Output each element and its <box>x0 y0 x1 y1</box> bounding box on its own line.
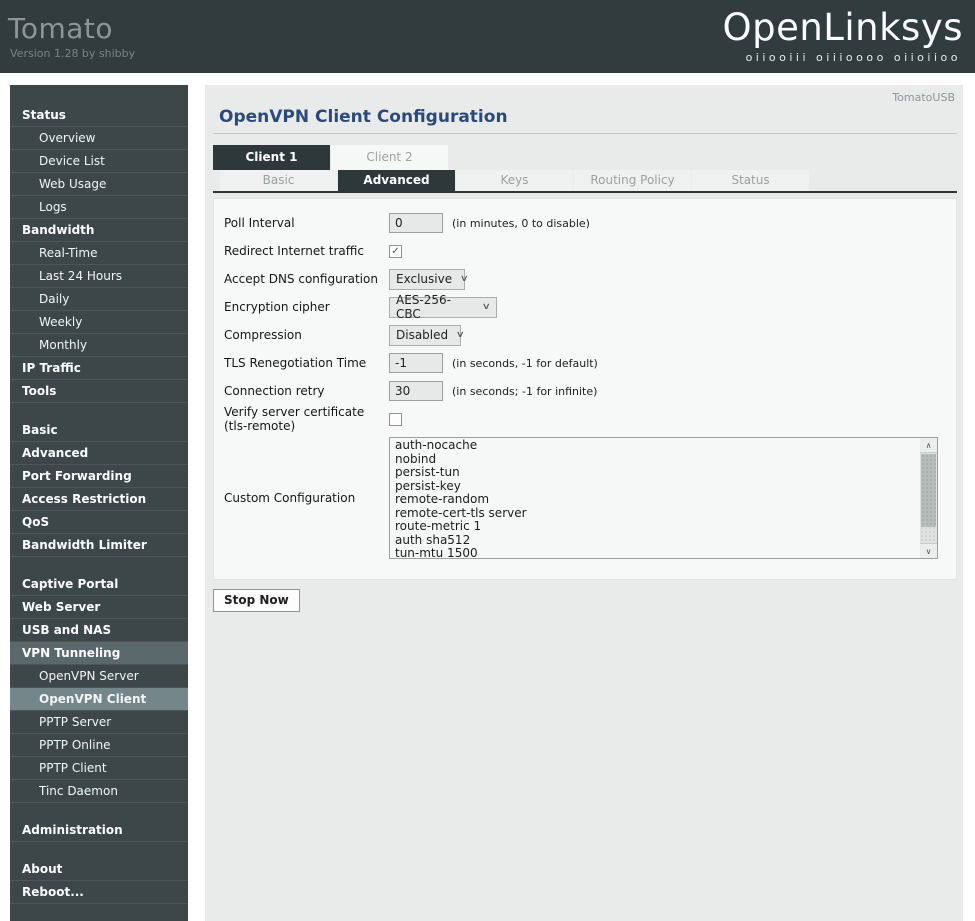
tab-status[interactable]: Status <box>692 170 809 191</box>
sidebar-item-status[interactable]: Status <box>10 104 188 127</box>
verify-cert-label: Verify server certificate (tls-remote) <box>224 405 365 433</box>
tab-divider <box>213 191 957 193</box>
compression-select[interactable]: Disabled ∨ <box>389 324 465 346</box>
sidebar-item-pptp-client[interactable]: PPTP Client <box>10 757 188 780</box>
sidebar-item-last-24-hours[interactable]: Last 24 Hours <box>10 265 188 288</box>
row-encryption-cipher: Encryption cipher AES-256-CBC ∨ <box>214 293 956 321</box>
sidebar-item-qos[interactable]: QoS <box>10 511 188 534</box>
row-custom-config: Custom Configuration auth-nocache nobind… <box>214 433 956 563</box>
tls-renegotiation-label: TLS Renegotiation Time <box>224 356 367 370</box>
sidebar-item-real-time[interactable]: Real-Time <box>10 242 188 265</box>
chevron-down-icon: ∨ <box>482 302 492 312</box>
verify-cert-checkbox-unchecked[interactable] <box>389 412 402 426</box>
sidebar-item-access-restriction[interactable]: Access Restriction <box>10 488 188 511</box>
tab-routing-policy[interactable]: Routing Policy <box>574 170 691 191</box>
sidebar-item-basic[interactable]: Basic <box>10 419 188 442</box>
main-content: TomatoUSB OpenVPN Client Configuration C… <box>205 85 963 921</box>
sidebar-item-pptp-online[interactable]: PPTP Online <box>10 734 188 757</box>
sidebar-item-openvpn-server[interactable]: OpenVPN Server <box>10 665 188 688</box>
page-title: OpenVPN Client Configuration <box>219 107 508 127</box>
poll-interval-input[interactable] <box>389 213 443 233</box>
custom-config-label: Custom Configuration <box>224 491 356 505</box>
app-header: Tomato Version 1.28 by shibby OpenLinksy… <box>0 0 975 73</box>
logo-binary-text: oiiooiii oiiioooo oiioiioo <box>745 51 961 64</box>
build-name-label: TomatoUSB <box>892 91 955 104</box>
sidebar-item-web-server[interactable]: Web Server <box>10 596 188 619</box>
compression-label: Compression <box>224 328 302 342</box>
sidebar-item-administration[interactable]: Administration <box>10 819 188 842</box>
scroll-up-icon[interactable]: ∧ <box>920 438 937 453</box>
scrollbar-thumb[interactable] <box>921 454 936 527</box>
connection-retry-label: Connection retry <box>224 384 325 398</box>
accept-dns-value: Exclusive <box>396 272 453 286</box>
sidebar-item-weekly[interactable]: Weekly <box>10 311 188 334</box>
connection-retry-input[interactable] <box>389 381 443 401</box>
row-poll-interval: Poll Interval (in minutes, 0 to disable) <box>214 209 956 237</box>
tab-client-1[interactable]: Client 1 <box>213 145 330 170</box>
row-connection-retry: Connection retry (in seconds; -1 for inf… <box>214 377 956 405</box>
sidebar-item-monthly[interactable]: Monthly <box>10 334 188 357</box>
row-tls-renegotiation: TLS Renegotiation Time (in seconds, -1 f… <box>214 349 956 377</box>
sidebar-item-daily[interactable]: Daily <box>10 288 188 311</box>
accept-dns-label: Accept DNS configuration <box>224 272 378 286</box>
accept-dns-select[interactable]: Exclusive ∨ <box>389 268 469 290</box>
openlinksys-logo: OpenLinksys <box>722 6 963 49</box>
brand-title: Tomato <box>8 12 114 45</box>
tab-basic[interactable]: Basic <box>220 170 337 191</box>
sidebar-item-tools[interactable]: Tools <box>10 380 188 403</box>
redirect-traffic-label: Redirect Internet traffic <box>224 244 364 258</box>
brand-version: Version 1.28 by shibby <box>10 47 136 60</box>
sidebar-item-pptp-server[interactable]: PPTP Server <box>10 711 188 734</box>
sidebar-item-port-forwarding[interactable]: Port Forwarding <box>10 465 188 488</box>
client-tabs: Client 1 Client 2 <box>213 145 963 170</box>
sidebar-item-reboot[interactable]: Reboot... <box>10 881 188 904</box>
scroll-down-icon[interactable]: ∨ <box>920 543 937 558</box>
sidebar-item-tinc-daemon[interactable]: Tinc Daemon <box>10 780 188 803</box>
title-divider <box>213 133 957 134</box>
sidebar-item-about[interactable]: About <box>10 858 188 881</box>
compression-value: Disabled <box>396 328 449 342</box>
tab-client-2[interactable]: Client 2 <box>331 145 448 170</box>
custom-config-textarea[interactable]: auth-nocache nobind persist-tun persist-… <box>389 437 938 559</box>
sidebar-item-openvpn-client[interactable]: OpenVPN Client <box>10 688 188 711</box>
sidebar-nav: Status Overview Device List Web Usage Logs Ba… <box>10 85 188 921</box>
redirect-traffic-checkbox-checked[interactable]: ✓ <box>389 244 402 258</box>
stop-now-button[interactable]: Stop Now <box>213 589 300 612</box>
tab-keys[interactable]: Keys <box>456 170 573 191</box>
sidebar-item-vpn-tunneling[interactable]: VPN Tunneling <box>10 642 188 665</box>
sidebar-item-logs[interactable]: Logs <box>10 196 188 219</box>
sidebar-item-usb-and-nas[interactable]: USB and NAS <box>10 619 188 642</box>
chevron-down-icon: ∨ <box>459 274 470 284</box>
tab-advanced[interactable]: Advanced <box>338 170 455 191</box>
sidebar-item-bandwidth[interactable]: Bandwidth <box>10 219 188 242</box>
tls-renegotiation-note: (in seconds, -1 for default) <box>452 356 598 370</box>
row-verify-cert: Verify server certificate (tls-remote) <box>214 405 956 433</box>
sidebar-item-captive-portal[interactable]: Captive Portal <box>10 573 188 596</box>
poll-interval-note: (in minutes, 0 to disable) <box>452 216 590 230</box>
row-compression: Compression Disabled ∨ <box>214 321 956 349</box>
sidebar-item-overview[interactable]: Overview <box>10 127 188 150</box>
connection-retry-note: (in seconds; -1 for infinite) <box>452 384 598 398</box>
sidebar-item-web-usage[interactable]: Web Usage <box>10 173 188 196</box>
sidebar-item-advanced[interactable]: Advanced <box>10 442 188 465</box>
encryption-cipher-select[interactable]: AES-256-CBC ∨ <box>389 293 497 321</box>
section-tabs: Basic Advanced Keys Routing Policy Statu… <box>220 170 963 191</box>
row-accept-dns: Accept DNS configuration Exclusive ∨ <box>214 265 956 293</box>
sidebar-item-bandwidth-limiter[interactable]: Bandwidth Limiter <box>10 534 188 557</box>
row-redirect-traffic: Redirect Internet traffic ✓ <box>214 237 956 265</box>
custom-config-text[interactable]: auth-nocache nobind persist-tun persist-… <box>395 439 917 558</box>
sidebar-item-ip-traffic[interactable]: IP Traffic <box>10 357 188 380</box>
encryption-cipher-label: Encryption cipher <box>224 300 330 314</box>
sidebar-item-device-list[interactable]: Device List <box>10 150 188 173</box>
encryption-cipher-value: AES-256-CBC <box>396 293 451 321</box>
config-panel: Poll Interval (in minutes, 0 to disable)… <box>213 198 957 580</box>
textarea-scrollbar[interactable]: ∧ ∨ <box>920 438 937 558</box>
chevron-down-icon: ∨ <box>455 330 466 340</box>
tls-renegotiation-input[interactable] <box>389 353 443 373</box>
poll-interval-label: Poll Interval <box>224 216 295 230</box>
